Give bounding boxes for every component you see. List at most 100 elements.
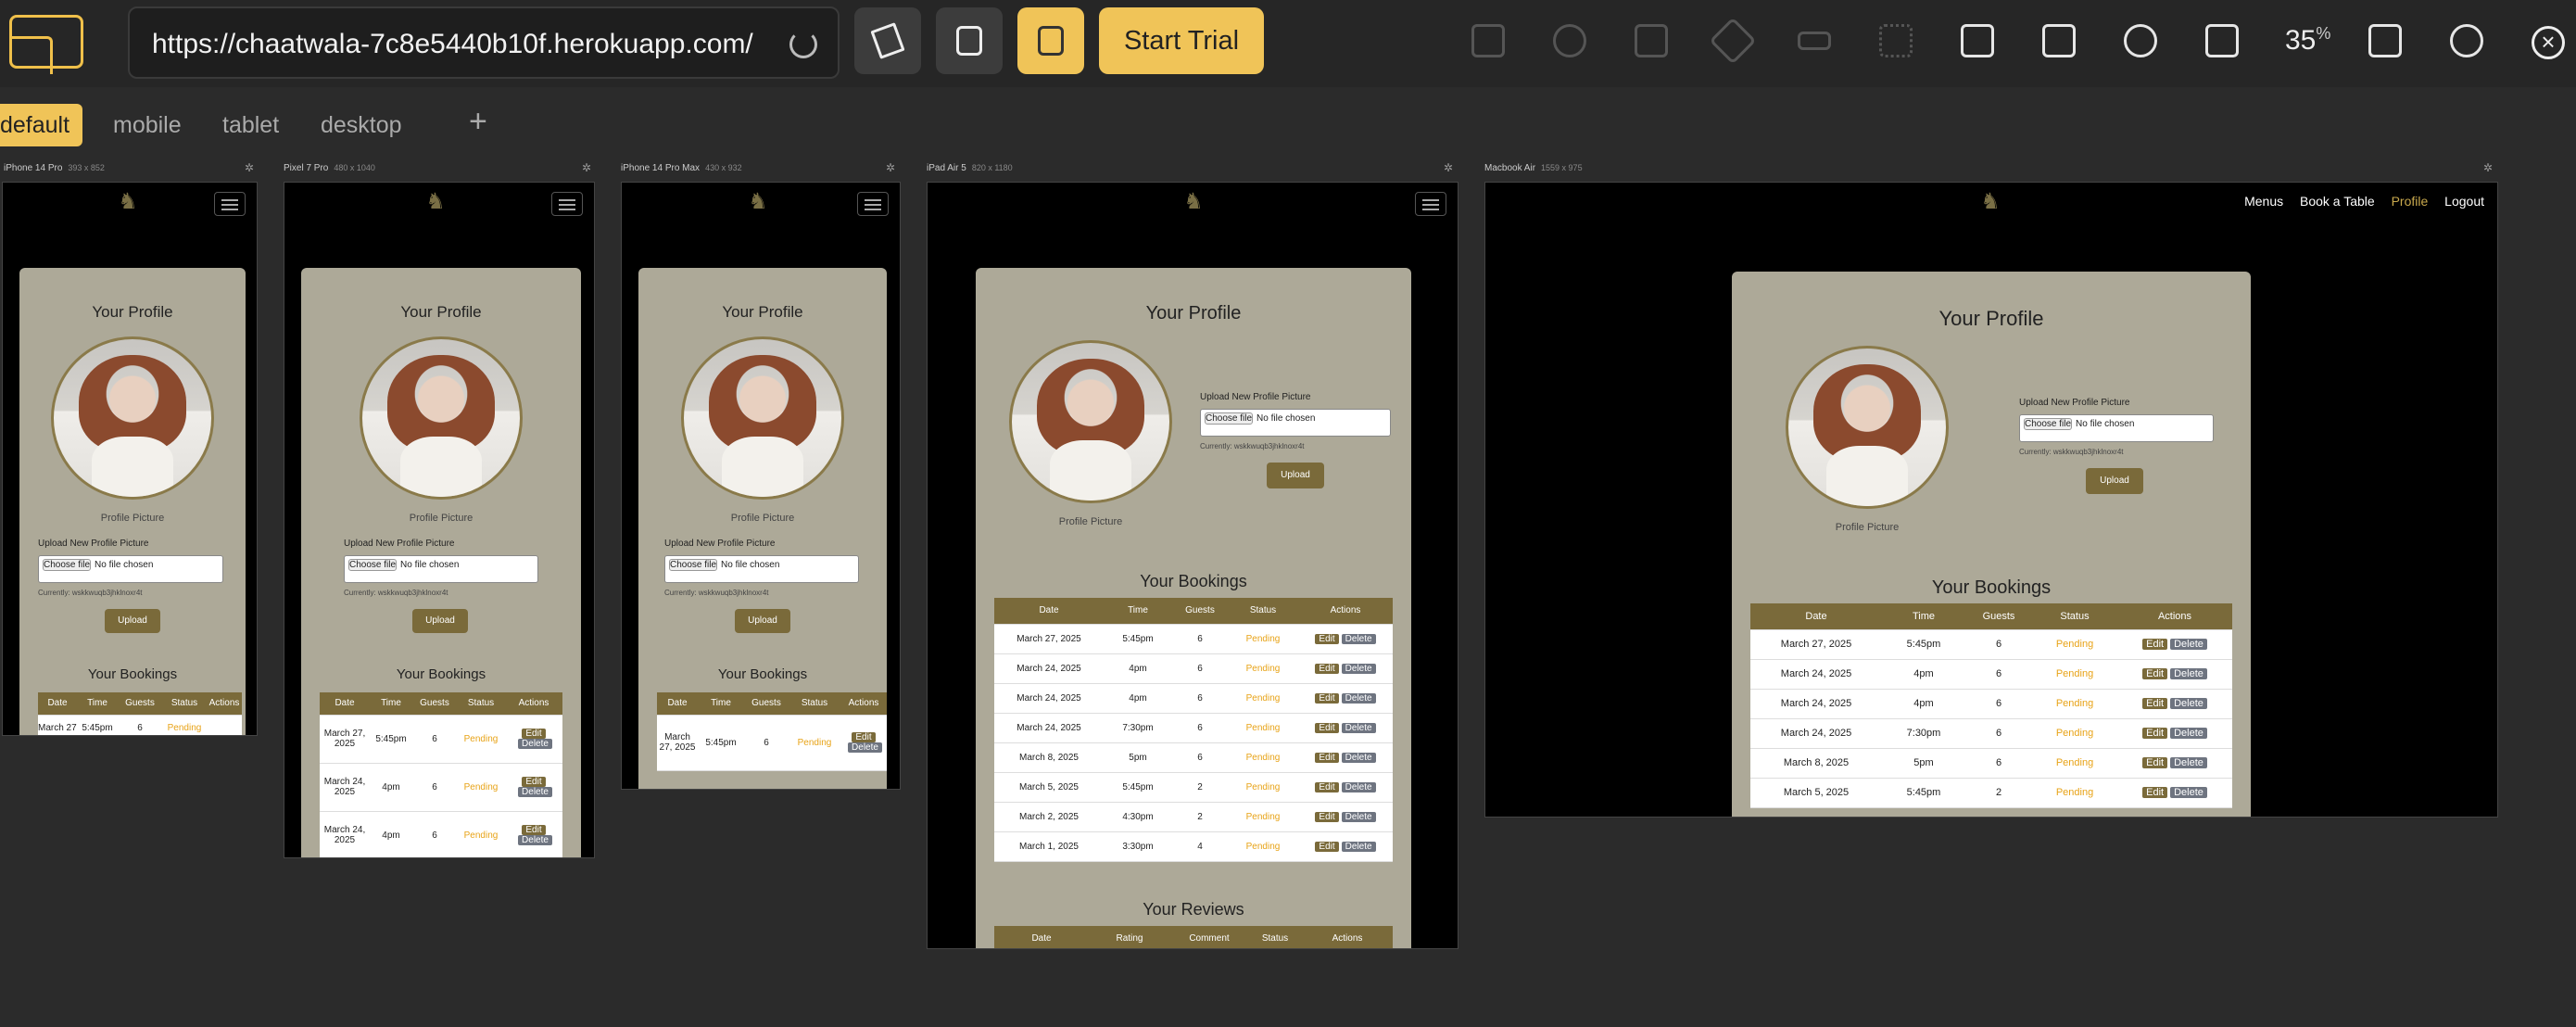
tab-default[interactable]: default — [0, 104, 83, 146]
hamburger-menu-icon[interactable] — [214, 192, 246, 216]
edit-button[interactable]: Edit — [2142, 639, 2168, 650]
site-logo-icon[interactable]: ♞ — [422, 188, 449, 216]
file-input[interactable]: Choose file No file chosen — [344, 555, 538, 583]
edit-button[interactable]: Edit — [2142, 728, 2168, 739]
upload-button[interactable]: Upload — [105, 609, 160, 633]
discord-icon[interactable] — [2450, 24, 2483, 57]
edit-button[interactable]: Edit — [2142, 668, 2168, 679]
delete-button[interactable]: Delete — [1341, 781, 1376, 792]
site-logo-icon[interactable]: ♞ — [1976, 188, 2004, 216]
ruler-icon[interactable] — [1709, 17, 1757, 65]
responsive-view-button[interactable] — [1017, 7, 1084, 74]
delete-button[interactable]: Delete — [1341, 633, 1376, 644]
url-text[interactable]: https://chaatwala-7c8e5440b10f.herokuapp… — [152, 29, 753, 60]
reload-icon[interactable] — [789, 31, 817, 58]
delete-button[interactable]: Delete — [518, 739, 552, 749]
edit-button[interactable]: Edit — [1315, 752, 1339, 763]
booking-status: Pending — [2032, 689, 2117, 719]
dots-grid-icon[interactable] — [1879, 24, 1913, 57]
edit-button[interactable]: Edit — [522, 777, 546, 787]
edit-button[interactable]: Edit — [522, 825, 546, 835]
tab-desktop[interactable]: desktop — [319, 104, 404, 146]
settings-icon[interactable]: ✲ — [1444, 161, 1453, 174]
edit-button[interactable]: Edit — [1315, 722, 1339, 733]
site-logo-icon[interactable]: ♞ — [114, 188, 142, 216]
booking-guests: 6 — [1965, 718, 2032, 749]
delete-button[interactable]: Delete — [1341, 692, 1376, 704]
grid-icon[interactable] — [1635, 24, 1668, 57]
upload-button[interactable]: Upload — [412, 609, 468, 633]
delete-button[interactable]: Delete — [2170, 639, 2207, 650]
settings-icon[interactable]: ✲ — [582, 161, 591, 174]
delete-button[interactable]: Delete — [2170, 757, 2207, 768]
nav-book-table-link[interactable]: Book a Table — [2300, 194, 2375, 209]
edit-button[interactable]: Edit — [1315, 811, 1339, 822]
file-input[interactable]: Choose file No file chosen — [1200, 409, 1391, 437]
tab-mobile[interactable]: mobile — [111, 104, 183, 146]
delete-button[interactable]: Delete — [2170, 698, 2207, 709]
delete-button[interactable]: Delete — [1341, 841, 1376, 852]
avatar — [681, 336, 844, 500]
app-logo-icon — [9, 15, 83, 74]
edit-button[interactable]: Edit — [2142, 787, 2168, 798]
choose-file-button[interactable]: Choose file — [2024, 418, 2073, 430]
delete-button[interactable]: Delete — [518, 835, 552, 845]
upload-button[interactable]: Upload — [1267, 463, 1324, 488]
rotate-device-icon[interactable] — [2368, 24, 2402, 57]
delete-button[interactable]: Delete — [2170, 787, 2207, 798]
delete-button[interactable]: Delete — [518, 787, 552, 797]
hamburger-menu-icon[interactable] — [1415, 192, 1446, 216]
edit-button[interactable]: Edit — [1315, 633, 1339, 644]
site-logo-icon[interactable]: ♞ — [1180, 188, 1207, 216]
edit-button[interactable]: Edit — [852, 732, 876, 742]
rectangle-icon[interactable] — [1798, 32, 1831, 50]
delete-button[interactable]: Delete — [1341, 811, 1376, 822]
edit-button[interactable]: Edit — [1315, 781, 1339, 792]
nav-profile-link[interactable]: Profile — [2392, 194, 2429, 209]
delete-button[interactable]: Delete — [1341, 663, 1376, 674]
booking-guests: 6 — [1172, 624, 1228, 654]
url-bar[interactable]: https://chaatwala-7c8e5440b10f.herokuapp… — [128, 6, 840, 79]
edit-button[interactable]: Edit — [2142, 698, 2168, 709]
choose-file-button[interactable]: Choose file — [669, 559, 718, 571]
settings-icon[interactable]: ✲ — [245, 161, 254, 174]
delete-button[interactable]: Delete — [848, 742, 882, 753]
hamburger-menu-icon[interactable] — [857, 192, 889, 216]
file-input[interactable]: Choose file No file chosen — [38, 555, 223, 583]
file-input[interactable]: Choose file No file chosen — [2019, 414, 2214, 442]
edit-button[interactable]: Edit — [1315, 841, 1339, 852]
nav-logout-link[interactable]: Logout — [2444, 194, 2484, 209]
nav-menus-link[interactable]: Menus — [2244, 194, 2283, 209]
overlap-icon[interactable] — [1553, 24, 1586, 57]
site-logo-icon[interactable]: ♞ — [744, 188, 772, 216]
settings-icon[interactable]: ✲ — [2483, 161, 2493, 174]
add-tab-button[interactable]: + — [469, 104, 487, 140]
inspect-cursor-button[interactable] — [854, 7, 921, 74]
file-input[interactable]: Choose file No file chosen — [664, 555, 859, 583]
rotate-icon[interactable] — [2124, 24, 2157, 57]
layers-icon[interactable] — [2042, 24, 2076, 57]
choose-file-button[interactable]: Choose file — [348, 559, 398, 571]
upload-button[interactable]: Upload — [735, 609, 790, 633]
delete-button[interactable]: Delete — [1341, 722, 1376, 733]
choose-file-button[interactable]: Choose file — [43, 559, 92, 571]
touch-mode-button[interactable] — [936, 7, 1003, 74]
edit-button[interactable]: Edit — [522, 729, 546, 739]
delete-button[interactable]: Delete — [1341, 752, 1376, 763]
close-icon[interactable]: × — [2532, 26, 2565, 59]
choose-file-button[interactable]: Choose file — [1205, 412, 1254, 425]
delete-button[interactable]: Delete — [2170, 668, 2207, 679]
hamburger-menu-icon[interactable] — [551, 192, 583, 216]
cube-icon[interactable] — [1471, 24, 1505, 57]
edit-button[interactable]: Edit — [2142, 757, 2168, 768]
delete-button[interactable]: Delete — [2170, 728, 2207, 739]
upload-button[interactable]: Upload — [2086, 468, 2143, 494]
edit-button[interactable]: Edit — [1315, 663, 1339, 674]
zoom-level[interactable]: 35% — [2285, 24, 2330, 57]
camera-icon[interactable] — [2205, 24, 2239, 57]
settings-icon[interactable]: ✲ — [886, 161, 895, 174]
start-trial-button[interactable]: Start Trial — [1099, 7, 1264, 74]
edit-button[interactable]: Edit — [1315, 692, 1339, 704]
tab-tablet[interactable]: tablet — [221, 104, 281, 146]
screenshot-area-icon[interactable] — [1961, 24, 1994, 57]
